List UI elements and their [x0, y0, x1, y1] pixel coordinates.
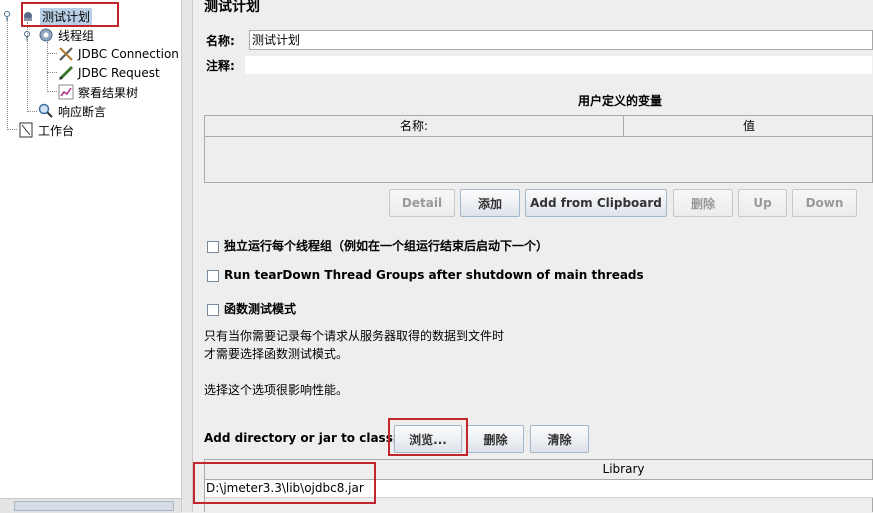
tree-connector [47, 91, 57, 92]
name-label: 名称: [206, 34, 235, 48]
tree-connector [47, 72, 57, 73]
comment-label: 注释: [206, 59, 235, 73]
tree-item-label: 工作台 [38, 123, 75, 138]
teardown-option[interactable]: Run tearDown Thread Groups after shutdow… [207, 268, 644, 282]
up-button[interactable]: Up [738, 189, 787, 217]
comment-field[interactable] [244, 55, 873, 75]
tree-item-label: 线程组 [58, 28, 95, 43]
tree-item-assertion[interactable]: 响应断言 [38, 102, 106, 120]
tree-item-thread-group[interactable]: 线程组 [38, 26, 94, 44]
help-text-line: 才需要选择函数测试模式。 [204, 347, 349, 361]
serialize-thread-groups-option[interactable]: 独立运行每个线程组（例如在一个组运行结束后启动下一个） [207, 237, 548, 254]
classpath-label: Add directory or jar to classpath [204, 431, 424, 445]
functional-test-mode-option[interactable]: 函数测试模式 [207, 300, 296, 317]
panel-title: 测试计划 [204, 0, 260, 14]
tree-item-result-tree[interactable]: 察看结果树 [58, 83, 138, 101]
detail-button[interactable]: Detail [389, 189, 455, 217]
add-from-clipboard-button[interactable]: Add from Clipboard [525, 189, 667, 217]
delete-button[interactable]: 删除 [673, 189, 733, 217]
browse-button[interactable]: 浏览... [394, 425, 462, 453]
workbench-icon [18, 122, 34, 138]
tree-connector [7, 18, 8, 130]
tree-item-label: 响应断言 [58, 104, 107, 119]
classpath-delete-button[interactable]: 删除 [467, 425, 524, 453]
tree-item-label: 察看结果树 [78, 85, 139, 100]
tree-toggle-icon[interactable] [22, 30, 32, 41]
pen-icon [58, 65, 74, 81]
library-row[interactable]: D:\jmeter3.3\lib\ojdbc8.jar [205, 480, 873, 498]
checkbox[interactable] [207, 240, 219, 253]
chart-icon [58, 84, 74, 100]
variables-title: 用户定义的变量 [578, 94, 663, 108]
down-button[interactable]: Down [792, 189, 857, 217]
tree-item-jdbc-request[interactable]: JDBC Request [58, 64, 160, 82]
clear-button[interactable]: 清除 [530, 425, 589, 453]
tree-item-label: JDBC Request [78, 66, 160, 80]
scrollbar-thumb[interactable] [14, 501, 174, 511]
tree-horizontal-scrollbar[interactable] [0, 498, 181, 513]
checkbox-label: 函数测试模式 [224, 302, 297, 316]
tree-connector [27, 111, 37, 112]
checkbox-label: 独立运行每个线程组（例如在一个组运行结束后启动下一个） [224, 239, 549, 253]
tree-item-label: JDBC Connection [78, 47, 179, 61]
name-field[interactable]: 测试计划 [249, 30, 873, 50]
checkbox[interactable] [207, 303, 219, 316]
tree-connector [7, 129, 17, 130]
tree-connector [47, 42, 48, 92]
gear-icon [38, 27, 54, 43]
variables-table: 名称: 值 [204, 115, 873, 183]
wrench-icon [58, 46, 74, 62]
test-plan-tree: 测试计划 线程组 JDBC Connection JDBC Request 察看… [0, 0, 181, 513]
test-plan-panel: 测试计划 名称: 测试计划 注释: 用户定义的变量 名称: 值 Detail 添… [194, 0, 873, 512]
magnifier-icon [38, 103, 54, 119]
checkbox-label: Run tearDown Thread Groups after shutdow… [224, 268, 644, 282]
library-table: Library D:\jmeter3.3\lib\ojdbc8.jar [204, 459, 873, 512]
help-text-line: 选择这个选项很影响性能。 [204, 383, 349, 397]
panel-splitter[interactable] [181, 0, 193, 512]
table-header-value[interactable]: 值 [624, 116, 873, 137]
tree-connector [47, 53, 57, 54]
tree-toggle-icon[interactable] [2, 10, 12, 21]
test-plan-icon [20, 8, 36, 24]
tree-item-test-plan[interactable]: 测试计划 [20, 7, 93, 25]
tree-item-jdbc-connection[interactable]: JDBC Connection [58, 45, 179, 63]
tree-item-label: 测试计划 [40, 7, 93, 25]
table-header-name[interactable]: 名称: [205, 116, 624, 137]
tree-item-workbench[interactable]: 工作台 [18, 121, 74, 139]
add-button[interactable]: 添加 [460, 189, 520, 217]
library-header[interactable]: Library [205, 460, 873, 480]
help-text-line: 只有当你需要记录每个请求从服务器取得的数据到文件时 [204, 329, 505, 343]
checkbox[interactable] [207, 269, 219, 282]
